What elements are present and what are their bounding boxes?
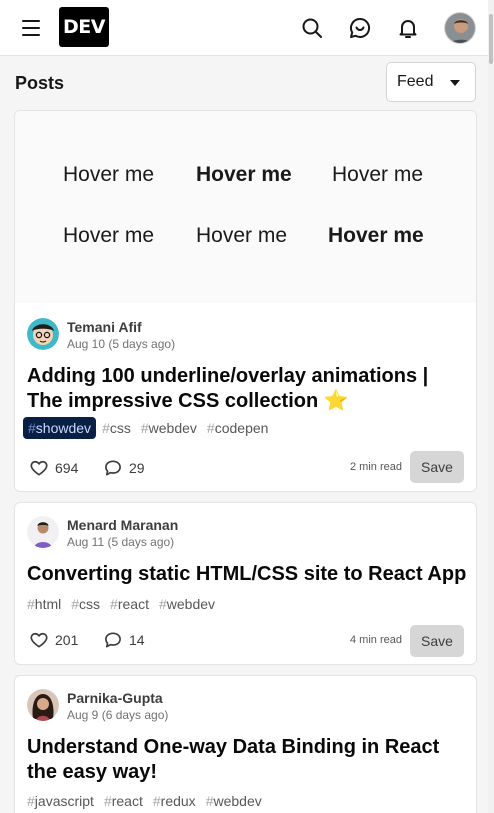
page-scrollbar[interactable] (488, 0, 494, 813)
tag-css[interactable]: #css (98, 417, 135, 439)
read-time: 2 min read (350, 461, 402, 473)
tag-showdev[interactable]: #showdev (23, 417, 97, 439)
post-title[interactable]: Converting static HTML/CSS site to React… (27, 562, 467, 587)
comments-button[interactable]: 14 (103, 630, 145, 650)
post-date[interactable]: Aug 10 (5 days ago) (67, 337, 175, 351)
feed-select[interactable]: Feed (386, 62, 476, 102)
tag-redux[interactable]: #redux (149, 790, 200, 812)
hamburger-menu-button[interactable] (12, 12, 52, 44)
cover-text: Hover me (328, 224, 424, 247)
tag-react[interactable]: #react (106, 593, 153, 615)
bell-icon (399, 20, 417, 38)
author-avatar[interactable] (27, 516, 59, 548)
reactions-button[interactable]: 694 (29, 458, 78, 478)
comments-count: 29 (129, 460, 145, 476)
comments-count: 14 (129, 632, 145, 648)
heart-icon (30, 632, 48, 648)
cover-text: Hover me (196, 224, 288, 247)
feed-select-value: Feed (397, 73, 434, 90)
post-date[interactable]: Aug 11 (5 days ago) (67, 535, 174, 549)
post-title[interactable]: Adding 100 underline/overlay animations … (27, 364, 467, 414)
avatar-icon (27, 516, 59, 548)
avatar-icon (27, 318, 59, 350)
post-card[interactable]: Parnika-Gupta Aug 9 (6 days ago) Underst… (14, 675, 477, 813)
chat-icon (350, 17, 371, 38)
save-button[interactable]: Save (410, 451, 464, 483)
tag-react[interactable]: #react (100, 790, 147, 812)
tag-webdev[interactable]: #webdev (155, 593, 219, 615)
chat-button[interactable] (343, 11, 377, 45)
tag-html[interactable]: #html (23, 593, 65, 615)
reactions-count: 201 (55, 632, 79, 648)
tag-codepen[interactable]: #codepen (203, 417, 273, 439)
tag-list: #html #css #react #webdev (23, 593, 219, 615)
tag-list: #showdev #css #webdev #codepen (23, 417, 272, 439)
post-date[interactable]: Aug 9 (6 days ago) (67, 708, 168, 722)
read-time: 4 min read (350, 634, 402, 646)
author-name[interactable]: Parnika-Gupta (67, 690, 163, 706)
cover-text: Hover me (63, 163, 155, 186)
scrollbar-thumb[interactable] (489, 14, 493, 64)
reactions-button[interactable]: 201 (29, 630, 78, 650)
author-avatar[interactable] (27, 689, 59, 721)
search-button[interactable] (295, 11, 329, 45)
author-avatar[interactable] (27, 318, 59, 350)
comment-icon (105, 460, 121, 476)
author-name[interactable]: Menard Maranan (67, 517, 178, 533)
comment-icon (105, 632, 121, 648)
user-avatar[interactable] (444, 12, 476, 44)
tag-webdev[interactable]: #webdev (202, 790, 266, 812)
heart-icon (30, 460, 48, 476)
tag-css[interactable]: #css (67, 593, 104, 615)
post-card[interactable]: Menard Maranan Aug 11 (5 days ago) Conve… (14, 502, 477, 665)
post-card[interactable]: Hover me Hover me Hover me Hover me Hove… (14, 110, 477, 492)
cover-text: Hover me (332, 163, 424, 186)
search-icon (302, 18, 322, 38)
tag-list: #javascript #react #redux #webdev (23, 790, 266, 812)
dev-logo[interactable]: DEV (59, 7, 109, 47)
avatar-icon (445, 13, 475, 43)
reactions-count: 694 (55, 460, 79, 476)
save-button[interactable]: Save (410, 625, 464, 657)
tag-javascript[interactable]: #javascript (23, 790, 98, 812)
comments-button[interactable]: 29 (103, 458, 145, 478)
caret-down-icon (450, 80, 460, 86)
post-title[interactable]: Understand One-way Data Binding in React… (27, 735, 467, 785)
cover-text: Hover me (196, 163, 292, 186)
notifications-button[interactable] (391, 11, 425, 45)
top-header: DEV (0, 0, 488, 56)
posts-heading: Posts (15, 73, 65, 93)
author-name[interactable]: Temani Afif (67, 319, 142, 335)
avatar-icon (27, 689, 59, 721)
post-cover-image[interactable]: Hover me Hover me Hover me Hover me Hove… (15, 111, 476, 303)
cover-text: Hover me (63, 224, 155, 247)
tag-webdev[interactable]: #webdev (137, 417, 201, 439)
